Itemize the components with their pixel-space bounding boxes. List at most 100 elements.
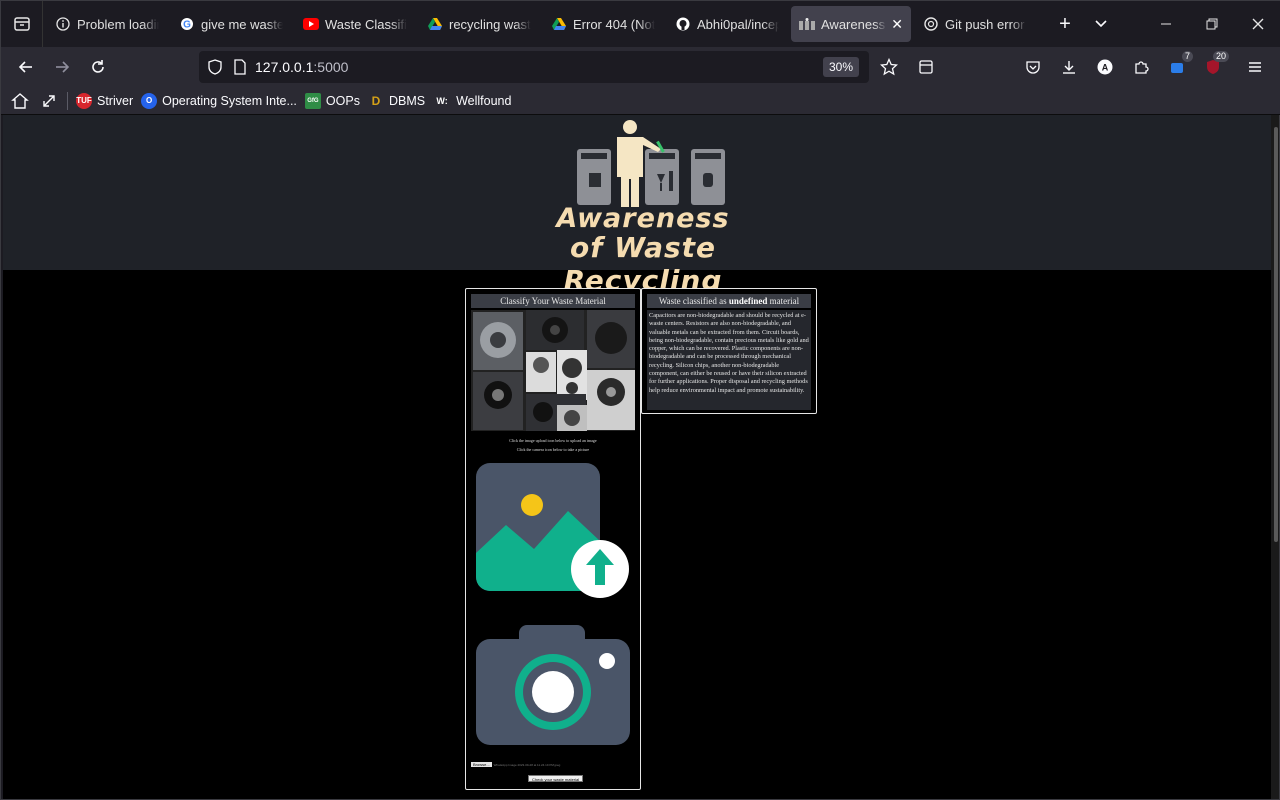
openai-icon (923, 16, 939, 32)
result-value: undefined (728, 296, 768, 306)
file-input[interactable]: Browse... WhatsApp Image 2023-09-28 at 1… (471, 762, 560, 767)
drive-icon (427, 16, 443, 32)
extension-1-button[interactable]: 7 (1161, 51, 1193, 83)
firefox-view-button[interactable] (1, 1, 43, 47)
tab-awareness-active[interactable]: Awareness o ✕ (791, 6, 911, 42)
speakers-photo (471, 310, 635, 431)
pocket-button[interactable] (1017, 51, 1049, 83)
chevron-down-icon (1095, 20, 1107, 28)
logo-title-line1: Awareness (556, 203, 730, 234)
tab-title: Awareness o (821, 16, 887, 32)
tab-close-icon[interactable]: ✕ (891, 16, 903, 33)
hamburger-icon (1249, 62, 1261, 72)
restore-button[interactable] (1189, 1, 1235, 47)
upload-image-button[interactable] (476, 463, 632, 606)
app-menu-button[interactable] (1239, 51, 1271, 83)
camera-icon (476, 625, 630, 745)
uploaded-image-preview (471, 310, 635, 431)
home-button[interactable] (11, 92, 29, 110)
tab-drive-error[interactable]: Error 404 (Not (543, 6, 663, 42)
page-icon[interactable] (233, 59, 247, 75)
reload-button[interactable] (82, 51, 114, 83)
check-waste-button[interactable]: Check your waste material (528, 775, 584, 782)
reader-view-icon (919, 60, 933, 74)
page-scrollbar-thumb[interactable] (1274, 127, 1278, 542)
puzzle-icon (1135, 61, 1149, 74)
tab-github[interactable]: Abhi0pal/incep (667, 6, 787, 42)
bookmark-label: Wellfound (456, 93, 512, 108)
browser-window: Problem loadin G give me waste Waste Cla… (0, 0, 1280, 800)
new-tab-button[interactable]: + (1049, 8, 1081, 40)
arrow-right-icon (56, 61, 70, 73)
tab-title: Error 404 (Not (573, 16, 655, 32)
star-icon (880, 58, 898, 76)
home-icon (11, 92, 29, 109)
bookmarks-toolbar: TUF Striver O Operating System Inte... GfG… (1, 87, 1280, 115)
bookmark-label: OOPs (325, 93, 360, 108)
tab-title: Problem loadin (77, 16, 159, 32)
dbms-icon: D (371, 93, 381, 108)
zoom-indicator[interactable]: 30% (822, 57, 859, 77)
fullscreen-button[interactable] (41, 93, 57, 109)
browse-button[interactable]: Browse... (471, 762, 492, 767)
tab-problem-loading[interactable]: Problem loadin (47, 6, 167, 42)
classify-card: Classify Your Waste Material Click the i… (465, 288, 641, 790)
bookmark-wellfound[interactable]: W: Wellfound (433, 93, 511, 109)
selected-file-name: WhatsApp Image 2023-09-28 at 11.24.19 PM… (493, 762, 561, 767)
bookmark-label: Operating System Inte... (162, 93, 297, 108)
svg-text:A: A (1102, 63, 1109, 73)
result-card-title: Waste classified as undefined material (647, 294, 811, 308)
google-icon: G (179, 16, 195, 32)
take-photo-button[interactable] (476, 625, 630, 750)
tab-youtube[interactable]: Waste Classific (295, 6, 415, 42)
extension-1-badge: 7 (1181, 51, 1193, 62)
url-text[interactable]: 127.0.0.1:5000 (255, 59, 348, 75)
list-all-tabs-button[interactable] (1085, 8, 1117, 40)
camera-hint: Click the camera icon below to take a pi… (516, 447, 590, 452)
github-icon (675, 16, 691, 32)
tuf-icon: TUF (76, 92, 92, 109)
bookmark-dbms[interactable]: D DBMS (368, 93, 425, 109)
bookmarks-separator (67, 91, 68, 110)
gfg-icon: GfG (304, 92, 321, 109)
url-bar[interactable]: 127.0.0.1:5000 30% (199, 51, 869, 83)
extensions-button[interactable] (1125, 51, 1157, 83)
expand-icon (43, 94, 55, 107)
bookmark-star-button[interactable] (873, 51, 905, 83)
result-card: Waste classified as undefined material C… (641, 288, 817, 414)
tab-google-search[interactable]: G give me waste (171, 6, 291, 42)
tab-drive-recycling[interactable]: recycling waste (419, 6, 539, 42)
forward-button[interactable] (46, 51, 78, 83)
result-prefix: Waste classified as (658, 296, 729, 306)
close-window-button[interactable] (1235, 1, 1280, 47)
url-port: :5000 (313, 59, 349, 75)
downloads-button[interactable] (1053, 51, 1085, 83)
shield-icon[interactable] (207, 59, 223, 75)
upload-hint: Click the image upload icon below to upl… (509, 438, 597, 443)
tab-git-push-error[interactable]: Git push error f (915, 6, 1035, 42)
site-logo: Awareness of Waste Recycling (493, 119, 793, 297)
extension-2-button[interactable]: 20 (1197, 51, 1229, 83)
account-button[interactable]: A (1089, 51, 1121, 83)
bookmark-oops[interactable]: GfG OOPs (304, 92, 360, 109)
site-header: Awareness of Waste Recycling (3, 115, 1273, 297)
bookmark-striver[interactable]: TUF Striver (76, 92, 134, 109)
extension-blue-icon (1171, 63, 1183, 73)
url-host: 127.0.0.1 (255, 59, 314, 75)
youtube-icon (303, 16, 319, 32)
arrow-left-icon (18, 61, 32, 73)
account-avatar-icon: A (1097, 59, 1113, 75)
navigation-toolbar: 127.0.0.1:5000 30% A 7 20 (1, 47, 1280, 87)
minimize-button[interactable] (1143, 1, 1189, 47)
bookmark-label: Striver (97, 93, 134, 108)
back-button[interactable] (10, 51, 42, 83)
reload-icon (92, 60, 104, 73)
bookmark-operating-system[interactable]: O Operating System Inte... (141, 92, 297, 109)
pocket-icon (1026, 61, 1040, 74)
bookmark-label: DBMS (388, 93, 426, 108)
reader-view-button[interactable] (910, 51, 942, 83)
tab-strip: Problem loadin G give me waste Waste Cla… (1, 1, 1280, 47)
window-controls (1143, 1, 1280, 47)
site-favicon-icon (799, 16, 815, 32)
result-suffix: material (767, 296, 800, 306)
